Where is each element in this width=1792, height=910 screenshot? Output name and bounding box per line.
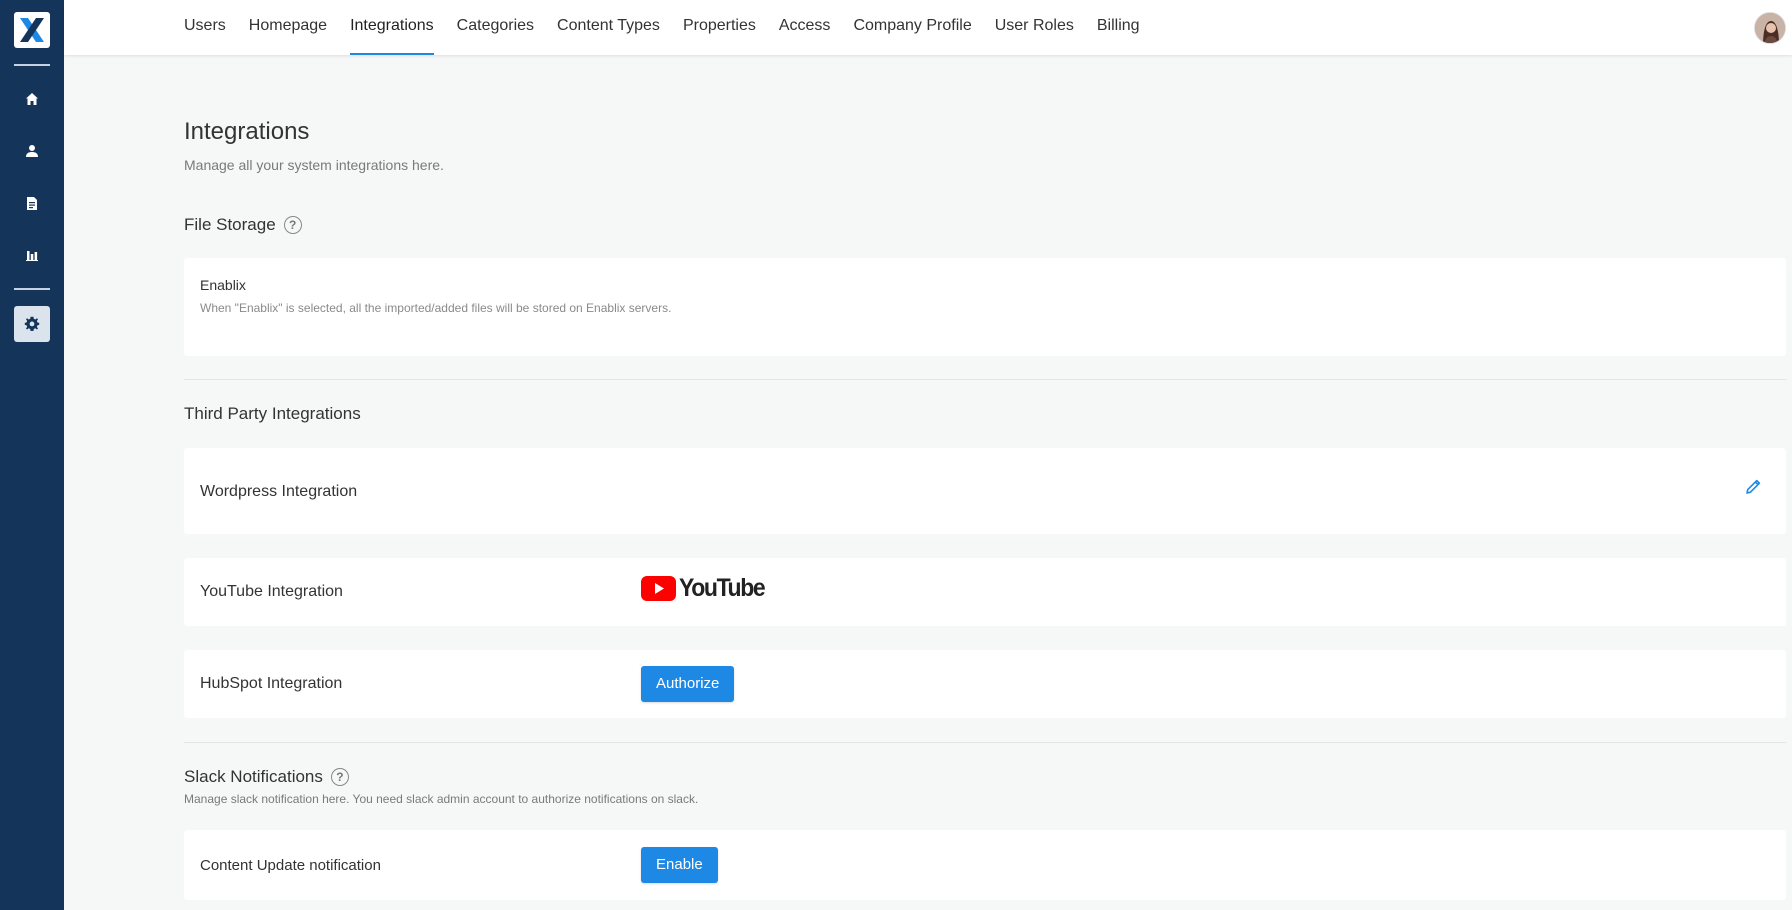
tab-billing[interactable]: Billing [1085,0,1151,55]
tab-access[interactable]: Access [767,0,842,55]
home-icon [26,93,38,105]
sidebar-divider [14,64,50,66]
tab-content-types[interactable]: Content Types [545,0,671,55]
storage-option-name: Enablix [200,277,246,293]
file-storage-title: File Storage [184,215,276,234]
page-subtitle: Manage all your system integrations here… [184,157,444,173]
section-divider [184,742,1786,743]
tab-integrations[interactable]: Integrations [338,0,445,55]
user-icon [26,145,38,157]
bar-chart-icon [26,251,38,261]
slack-title: Slack Notifications [184,767,323,786]
sidebar [0,0,64,910]
help-icon[interactable]: ? [330,768,349,786]
section-divider [184,379,1786,380]
tab-user-roles[interactable]: User Roles [983,0,1085,55]
wordpress-integration-label: Wordpress Integration [200,483,358,500]
storage-option-description: When "Enablix" is selected, all the impo… [200,301,672,315]
tab-properties[interactable]: Properties [671,0,767,55]
hubspot-integration-label: HubSpot Integration [200,675,343,692]
top-navigation-bar: Users Homepage Integrations Categories C… [64,0,1792,55]
youtube-integration-label: YouTube Integration [200,583,343,600]
sidebar-item-content[interactable] [14,185,50,221]
tab-categories[interactable]: Categories [445,0,545,55]
third-party-heading: Third Party Integrations [184,404,361,424]
slack-subtitle: Manage slack notification here. You need… [184,792,699,806]
sidebar-item-analytics[interactable] [14,237,50,273]
slack-heading: Slack Notifications ? [184,767,349,787]
third-party-title: Third Party Integrations [184,404,361,423]
page-title: Integrations [184,118,310,145]
tab-company-profile[interactable]: Company Profile [841,0,982,55]
user-avatar[interactable] [1754,12,1786,44]
file-storage-heading: File Storage ? [184,215,302,235]
logo-x-icon [20,18,44,42]
document-icon [27,196,37,210]
tab-users[interactable]: Users [184,0,237,55]
sidebar-divider [14,288,50,290]
file-storage-card[interactable]: Enablix When "Enablix" is selected, all … [184,258,1786,356]
gear-icon [24,316,40,331]
youtube-logo[interactable]: YouTube [641,574,772,603]
hubspot-integration-card: HubSpot Integration Authorize [184,650,1786,718]
settings-tabs: Users Homepage Integrations Categories C… [184,0,1151,55]
sidebar-item-users[interactable] [14,133,50,169]
hubspot-authorize-button[interactable]: Authorize [641,666,735,702]
youtube-play-icon [641,576,676,601]
content-update-notification-card: Content Update notification Enable [184,830,1786,900]
enable-notification-button[interactable]: Enable [641,847,718,883]
edit-pencil-icon[interactable] [1745,478,1762,495]
sidebar-item-settings[interactable] [14,306,50,342]
app-logo[interactable] [14,12,50,48]
tab-homepage[interactable]: Homepage [237,0,338,55]
wordpress-integration-card: Wordpress Integration [184,448,1786,534]
youtube-logo-text: YouTube [679,574,766,602]
help-icon[interactable]: ? [283,216,302,234]
sidebar-item-home[interactable] [14,81,50,117]
youtube-integration-card: YouTube Integration YouTube [184,558,1786,626]
content-update-label: Content Update notification [200,857,381,874]
avatar-photo-icon [1755,13,1785,43]
